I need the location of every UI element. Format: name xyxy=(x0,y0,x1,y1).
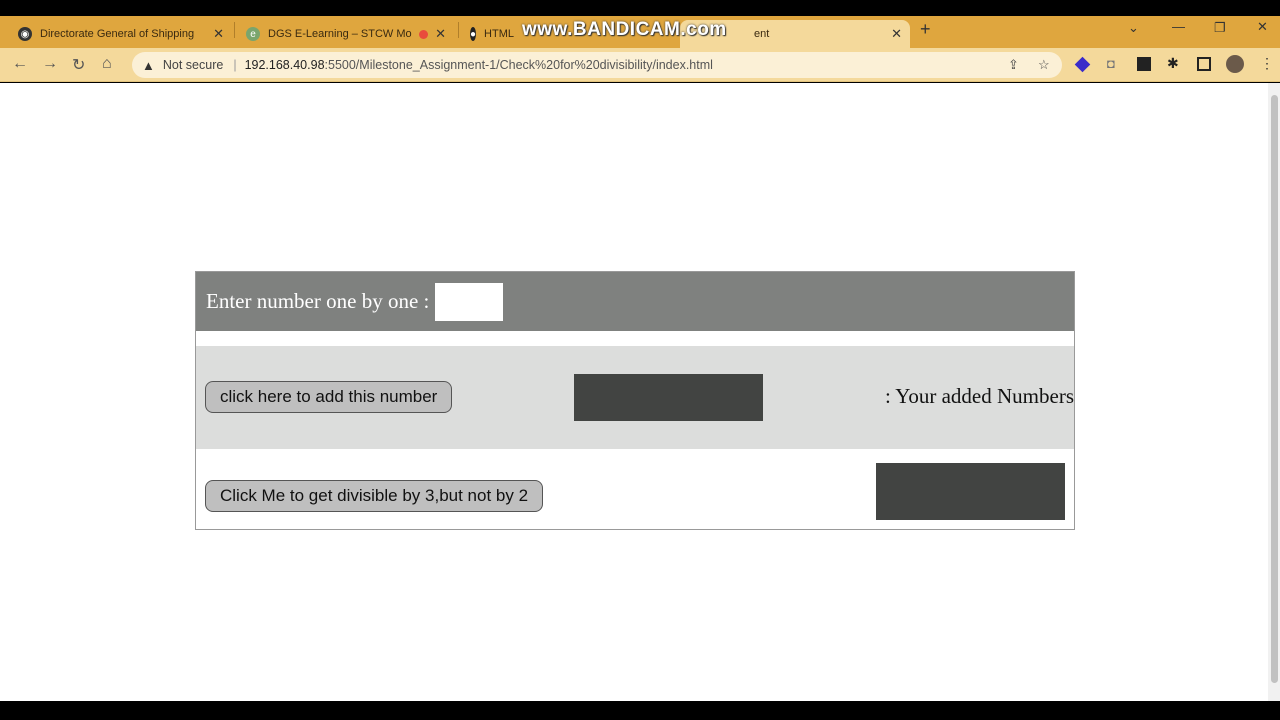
vertical-scrollbar[interactable] xyxy=(1268,83,1280,701)
tab-title: ent xyxy=(754,28,770,40)
forward-icon[interactable]: → xyxy=(42,55,58,73)
bottom-black-bar xyxy=(0,701,1280,720)
side-panel-icon[interactable] xyxy=(1197,57,1211,71)
add-number-button[interactable]: click here to add this number xyxy=(205,381,453,413)
tab-separator xyxy=(458,22,459,38)
added-numbers-label: : Your added Numbers xyxy=(885,384,1074,408)
tab-github[interactable]: ● HTML xyxy=(462,20,522,48)
url-host: 192.168.40.98 xyxy=(244,58,325,72)
number-input[interactable] xyxy=(435,282,504,321)
elearning-icon: e xyxy=(246,27,260,41)
input-row: Enter number one by one : xyxy=(196,272,1074,331)
extension-mail-icon[interactable] xyxy=(1137,57,1151,71)
menu-kebab-icon[interactable]: ⋮ xyxy=(1260,55,1274,71)
divisible-result-output xyxy=(876,463,1065,520)
profile-avatar[interactable] xyxy=(1226,55,1244,73)
minimize-icon[interactable]: — xyxy=(1172,19,1185,34)
home-icon[interactable]: ⌂ xyxy=(102,55,112,73)
camera-icon[interactable]: ◘ xyxy=(1107,56,1121,71)
reload-icon[interactable]: ↻ xyxy=(72,55,85,75)
input-label: Enter number one by one : xyxy=(206,289,430,313)
tab-dgs-shipping[interactable]: ◉ Directorate General of Shipping ✕ xyxy=(10,20,232,48)
new-tab-button[interactable]: + xyxy=(920,19,931,40)
restore-icon[interactable]: ❐ xyxy=(1214,20,1226,36)
top-black-bar xyxy=(0,0,1280,16)
tab-dgs-elearning[interactable]: e DGS E-Learning – STCW Mo ✕ xyxy=(238,20,454,48)
back-icon[interactable]: ← xyxy=(12,55,28,73)
close-window-icon[interactable]: ✕ xyxy=(1257,19,1268,35)
divisible-by-3-button[interactable]: Click Me to get divisible by 3,but not b… xyxy=(205,480,544,512)
share-icon[interactable]: ⇪ xyxy=(1008,57,1019,73)
tab-title: DGS E-Learning – STCW Mo xyxy=(268,28,412,40)
scrollbar-thumb[interactable] xyxy=(1271,95,1278,683)
url-divider: | xyxy=(233,58,237,72)
url-input[interactable]: ▲ Not secure | 192.168.40.98:5500/Milest… xyxy=(132,52,1062,78)
bookmark-star-icon[interactable]: ☆ xyxy=(1038,57,1050,73)
recording-dot-icon xyxy=(419,29,428,39)
tab-title: Directorate General of Shipping xyxy=(40,28,195,40)
close-tab-icon[interactable]: ✕ xyxy=(435,26,446,42)
extensions-puzzle-icon[interactable]: ✱ xyxy=(1167,55,1181,71)
tab-title: HTML xyxy=(484,28,514,40)
security-label: Not secure xyxy=(162,58,224,72)
github-icon: ● xyxy=(470,27,477,41)
warning-icon: ▲ xyxy=(142,57,155,73)
close-tab-icon[interactable]: ✕ xyxy=(213,26,224,42)
add-row: click here to add this number : Your add… xyxy=(196,346,1074,449)
tab-separator xyxy=(234,22,235,38)
close-tab-icon[interactable]: ✕ xyxy=(891,26,902,42)
bandicam-watermark: www.BANDICAM.com xyxy=(522,19,727,40)
url-path: :5500/Milestone_Assignment-1/Check%20for… xyxy=(324,58,713,72)
divisibility-form-card: Enter number one by one : click here to … xyxy=(195,271,1075,530)
globe-icon: ◉ xyxy=(18,27,32,41)
tab-search-icon[interactable]: ⌄ xyxy=(1128,20,1139,36)
page-viewport: Enter number one by one : click here to … xyxy=(0,83,1268,701)
added-numbers-output xyxy=(574,374,763,421)
url-text: 192.168.40.98:5500/Milestone_Assignment-… xyxy=(245,58,713,72)
